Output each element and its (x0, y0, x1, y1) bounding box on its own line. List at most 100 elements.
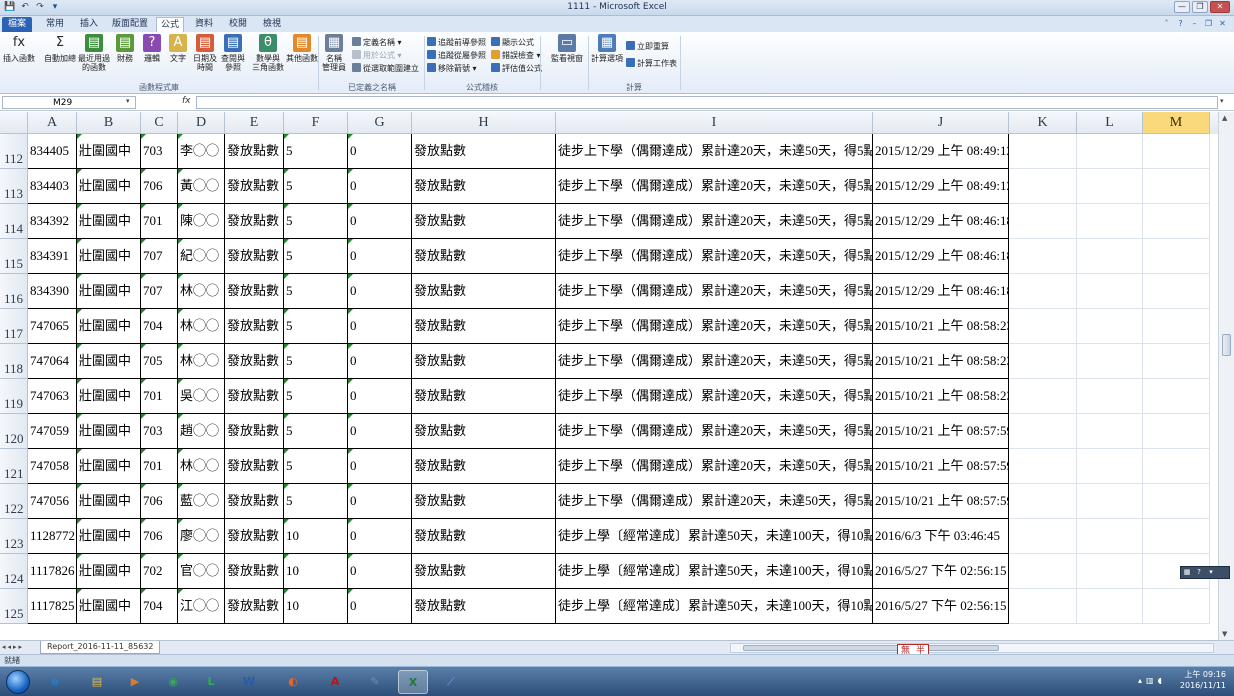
taskbar-app-ie-icon[interactable]: e (40, 670, 70, 694)
clock[interactable]: 上午 09:16 2016/11/11 (1180, 669, 1226, 691)
cell-A[interactable]: 834392 (28, 204, 77, 239)
cell-L[interactable] (1077, 449, 1143, 484)
column-header-C[interactable]: C (141, 112, 178, 134)
cell-D[interactable]: 李◯◯ (178, 134, 225, 169)
ribbon-button-10[interactable]: ▦ 名稱 管理員 (320, 34, 348, 72)
cell-B[interactable]: 壯圍國中 (77, 344, 141, 379)
cell-C[interactable]: 706 (141, 519, 178, 554)
cell-L[interactable] (1077, 414, 1143, 449)
cell-K[interactable] (1009, 309, 1077, 344)
cell-I[interactable]: 徒步上下學（偶爾達成）累計達20天，未達50天，得5點 (556, 344, 873, 379)
cell-C[interactable]: 704 (141, 589, 178, 624)
ribbon-small-button-3[interactable]: 追蹤前導參照 (427, 37, 486, 47)
start-button[interactable] (6, 670, 30, 694)
ribbon-button-4[interactable]: ? 邏輯 (140, 34, 164, 63)
tab-3[interactable]: 版面配置 (110, 17, 150, 32)
column-header-L[interactable]: L (1077, 112, 1143, 134)
cell-B[interactable]: 壯圍國中 (77, 134, 141, 169)
cell-G[interactable]: 0 (348, 344, 412, 379)
cell-E[interactable]: 發放點數 (225, 414, 284, 449)
cell-J[interactable]: 2015/12/29 上午 08:46:18 (873, 239, 1009, 274)
sheet-navigation-icons[interactable]: ◂◂▸▸ (2, 643, 24, 651)
cell-I[interactable]: 徒步上下學（偶爾達成）累計達20天，未達50天，得5點 (556, 414, 873, 449)
cell-M[interactable] (1143, 309, 1210, 344)
cell-E[interactable]: 發放點數 (225, 274, 284, 309)
network-icon[interactable]: ▥ (1146, 676, 1154, 685)
vertical-scroll-thumb[interactable] (1222, 334, 1231, 356)
cell-M[interactable] (1143, 169, 1210, 204)
cell-A[interactable]: 1128772 (28, 519, 77, 554)
doc-restore-icon[interactable]: ❐ (1203, 18, 1214, 29)
ribbon-button-6[interactable]: ▤ 日期及 時間 (192, 34, 218, 72)
cell-I[interactable]: 徒步上下學（偶爾達成）累計達20天，未達50天，得5點 (556, 239, 873, 274)
cell-B[interactable]: 壯圍國中 (77, 274, 141, 309)
cell-K[interactable] (1009, 344, 1077, 379)
cell-J[interactable]: 2015/10/21 上午 08:57:59 (873, 484, 1009, 519)
column-header-G[interactable]: G (348, 112, 412, 134)
taskbar-app-line-icon[interactable]: L (196, 670, 226, 694)
ribbon-small-button-1[interactable]: 用於公式 ▾ (352, 50, 402, 60)
cell-B[interactable]: 壯圍國中 (77, 169, 141, 204)
cell-D[interactable]: 廖◯◯ (178, 519, 225, 554)
row-header[interactable]: 123 (0, 519, 28, 554)
cell-K[interactable] (1009, 204, 1077, 239)
doc-close-icon[interactable]: ✕ (1217, 18, 1228, 29)
cell-I[interactable]: 徒步上下學（偶爾達成）累計達20天，未達50天，得5點 (556, 274, 873, 309)
cell-A[interactable]: 747065 (28, 309, 77, 344)
cell-G[interactable]: 0 (348, 449, 412, 484)
cell-C[interactable]: 704 (141, 309, 178, 344)
cell-G[interactable]: 0 (348, 379, 412, 414)
row-header[interactable]: 125 (0, 589, 28, 624)
taskbar-app-acrobat-icon[interactable]: A (320, 670, 350, 694)
cell-F[interactable]: 10 (284, 519, 348, 554)
cell-L[interactable] (1077, 554, 1143, 589)
taskbar-app-firefox-icon[interactable]: ◐ (278, 670, 308, 694)
cell-J[interactable]: 2015/10/21 上午 08:57:59 (873, 414, 1009, 449)
cell-H[interactable]: 發放點數 (412, 449, 556, 484)
cell-H[interactable]: 發放點數 (412, 169, 556, 204)
row-header[interactable]: 124 (0, 554, 28, 589)
cell-H[interactable]: 發放點數 (412, 344, 556, 379)
cell-G[interactable]: 0 (348, 134, 412, 169)
cell-A[interactable]: 747059 (28, 414, 77, 449)
cell-H[interactable]: 發放點數 (412, 554, 556, 589)
cell-D[interactable]: 趙◯◯ (178, 414, 225, 449)
cell-D[interactable]: 林◯◯ (178, 449, 225, 484)
cell-J[interactable]: 2016/5/27 下午 02:56:15 (873, 554, 1009, 589)
cell-D[interactable]: 官◯◯ (178, 554, 225, 589)
sheet-tab[interactable]: Report_2016-11-11_85632 (40, 641, 161, 654)
cell-F[interactable]: 5 (284, 484, 348, 519)
row-header[interactable]: 120 (0, 414, 28, 449)
cell-M[interactable] (1143, 414, 1210, 449)
ribbon-button-0[interactable]: fx 插入函數 (2, 34, 36, 63)
cell-G[interactable]: 0 (348, 554, 412, 589)
cell-I[interactable]: 徒步上下學（偶爾達成）累計達20天，未達50天，得5點 (556, 484, 873, 519)
cell-I[interactable]: 徒步上下學（偶爾達成）累計達20天，未達50天，得5點 (556, 169, 873, 204)
cell-D[interactable]: 吳◯◯ (178, 379, 225, 414)
cell-K[interactable] (1009, 589, 1077, 624)
cell-D[interactable]: 江◯◯ (178, 589, 225, 624)
cell-M[interactable] (1143, 239, 1210, 274)
language-bar[interactable]: ▦ ? ▾ (1180, 566, 1230, 579)
cell-L[interactable] (1077, 169, 1143, 204)
column-header-D[interactable]: D (178, 112, 225, 134)
cell-F[interactable]: 5 (284, 309, 348, 344)
ribbon-small-button-5[interactable]: 移除箭號 ▾ (427, 63, 477, 73)
cell-K[interactable] (1009, 239, 1077, 274)
cell-D[interactable]: 紀◯◯ (178, 239, 225, 274)
cell-M[interactable] (1143, 589, 1210, 624)
ribbon-button-7[interactable]: ▤ 查閱與 參照 (220, 34, 246, 72)
cell-G[interactable]: 0 (348, 484, 412, 519)
cell-F[interactable]: 5 (284, 414, 348, 449)
cell-L[interactable] (1077, 589, 1143, 624)
cell-J[interactable]: 2016/6/3 下午 03:46:45 (873, 519, 1009, 554)
row-header[interactable]: 117 (0, 309, 28, 344)
cell-A[interactable]: 747056 (28, 484, 77, 519)
taskbar-app-excel-icon[interactable]: X (398, 670, 428, 694)
cell-G[interactable]: 0 (348, 589, 412, 624)
cell-E[interactable]: 發放點數 (225, 519, 284, 554)
minimize-ribbon-icon[interactable]: ˄ (1161, 18, 1172, 29)
cell-J[interactable]: 2015/12/29 上午 08:49:12 (873, 169, 1009, 204)
cell-E[interactable]: 發放點數 (225, 589, 284, 624)
scroll-down-icon[interactable]: ▼ (1222, 630, 1227, 638)
